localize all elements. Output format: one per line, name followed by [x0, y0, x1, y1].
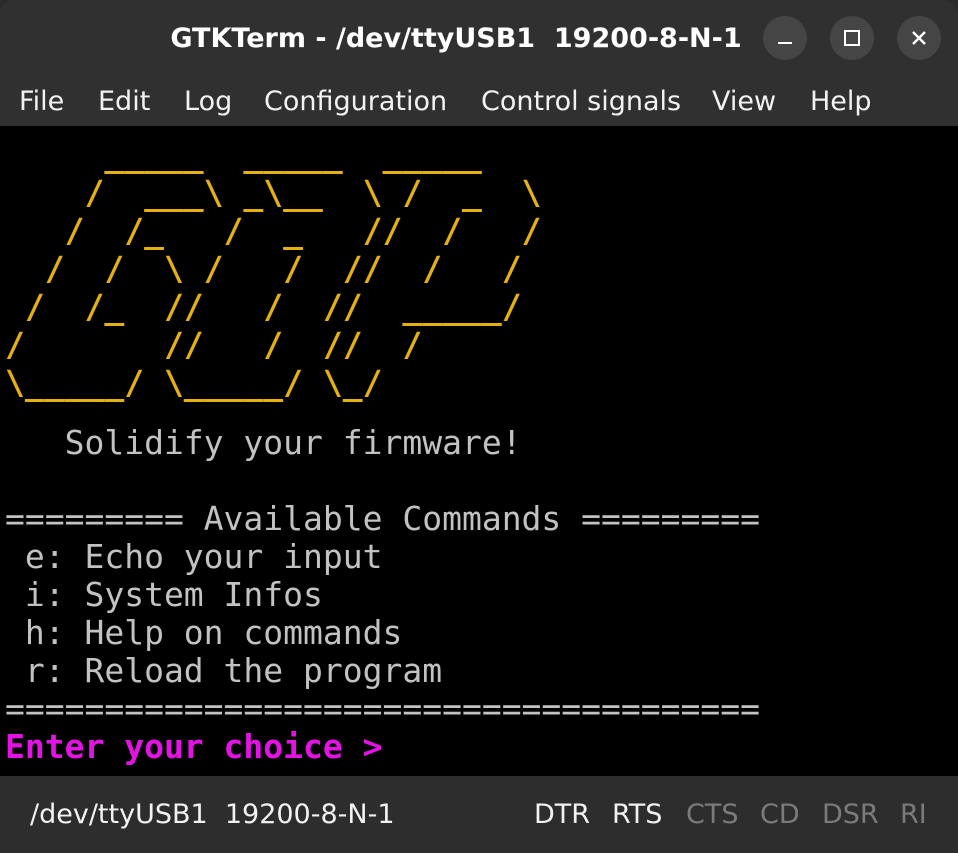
commands-footer: ====================================== [5, 689, 760, 728]
minimize-icon [778, 42, 792, 44]
port-status: /dev/ttyUSB1 19200-8-N-1 [30, 799, 395, 830]
menu-help[interactable]: Help [810, 78, 872, 126]
signal-dsr: DSR [822, 799, 879, 830]
menu-bar: File Edit Log Configuration Control sign… [0, 78, 958, 126]
title-bar[interactable]: GTKTerm - /dev/ttyUSB1 19200-8-N-1 [0, 0, 958, 78]
menu-configuration[interactable]: Configuration [264, 78, 447, 126]
close-button[interactable] [897, 16, 941, 60]
command-line: r: Reload the program [5, 651, 443, 690]
menu-log[interactable]: Log [184, 78, 232, 126]
signal-ri: RI [900, 799, 927, 830]
signal-rts: RTS [612, 799, 663, 830]
logo-line: / /_ // / // _____/ [5, 287, 542, 326]
signal-cd: CD [760, 799, 800, 830]
logo-line: \_____/ \_____/ \_/ [5, 363, 542, 402]
logo-line: / / \ / / // / / [5, 249, 542, 288]
menu-edit[interactable]: Edit [98, 78, 150, 126]
maximize-icon [844, 30, 860, 46]
command-line: i: System Infos [5, 575, 323, 614]
close-icon [912, 31, 926, 45]
signal-dtr: DTR [534, 799, 591, 830]
minimize-button[interactable] [763, 16, 807, 60]
menu-control-signals[interactable]: Control signals [481, 78, 681, 126]
terminal-area[interactable]: _____ _____ _____ / ___\ _\__ \ / _ \ / … [0, 126, 958, 776]
logo-line: / ___\ _\__ \ / _ \ [5, 173, 542, 212]
tagline: Solidify your firmware! [5, 423, 522, 462]
commands-header: ========= Available Commands ========= [5, 499, 760, 538]
signal-cts: CTS [686, 799, 739, 830]
logo-line: / /_ / _ // / / [5, 211, 542, 250]
status-bar: /dev/ttyUSB1 19200-8-N-1 DTR RTS CTS CD … [0, 776, 958, 853]
gtkterm-window: GTKTerm - /dev/ttyUSB1 19200-8-N-1 File … [0, 0, 958, 853]
menu-view[interactable]: View [712, 78, 776, 126]
menu-file[interactable]: File [19, 78, 64, 126]
logo-line: _____ _____ _____ [5, 135, 502, 174]
input-prompt: Enter your choice > [5, 727, 383, 766]
command-line: h: Help on commands [5, 613, 403, 652]
maximize-button[interactable] [830, 16, 874, 60]
command-line: e: Echo your input [5, 537, 383, 576]
logo-line: / // / // / [5, 325, 562, 364]
